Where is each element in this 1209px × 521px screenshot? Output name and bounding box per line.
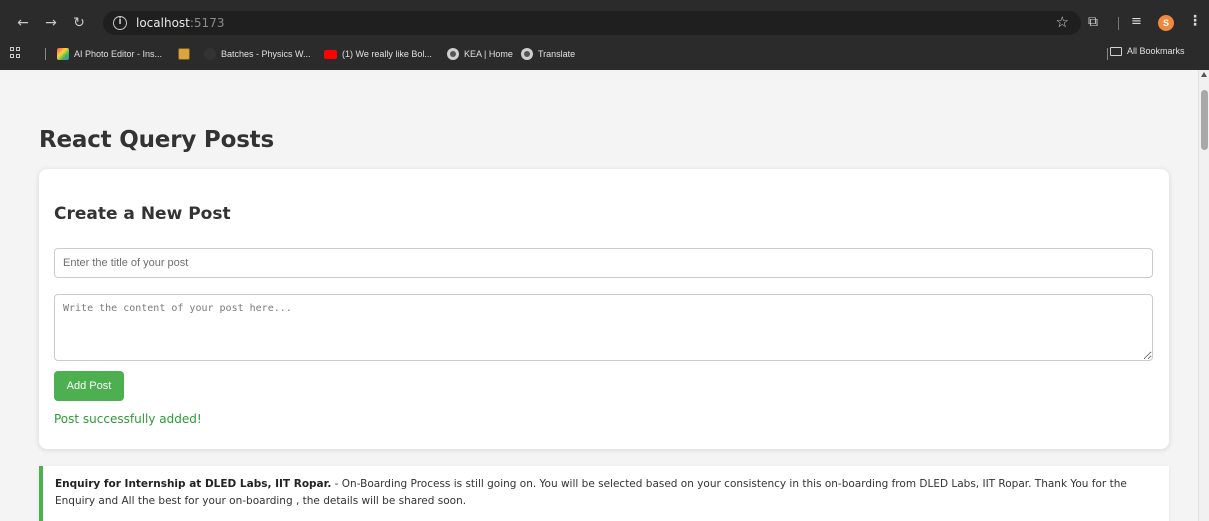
post-item: Enquiry for Internship at DLED Labs, IIT… (39, 466, 1169, 521)
bookmark-label: AI Photo Editor - Ins... (74, 49, 163, 59)
url-host: localhost (136, 16, 190, 30)
globe-favicon-icon (447, 48, 459, 60)
page-scrollbar[interactable] (1198, 70, 1209, 521)
url-port: :5173 (189, 16, 225, 30)
toolbar-divider (1118, 17, 1119, 30)
apps-grid-icon[interactable] (10, 47, 21, 58)
post-title-input[interactable] (54, 248, 1153, 278)
bookmark-kea-home[interactable]: KEA | Home (447, 46, 513, 62)
photo-favicon-icon (178, 48, 190, 60)
forward-arrow-icon[interactable]: → (42, 14, 60, 32)
reload-icon[interactable]: ↻ (70, 14, 88, 32)
bookmark-photo[interactable] (178, 46, 190, 62)
add-post-button[interactable]: Add Post (54, 371, 124, 401)
page-viewport: React Query Posts Create a New Post Add … (0, 70, 1198, 521)
bookmark-label: KEA | Home (464, 49, 513, 59)
kebab-menu-icon[interactable]: ⋮ (1188, 13, 1202, 29)
post-content-textarea[interactable] (54, 294, 1153, 361)
scroll-up-arrow-icon[interactable] (1201, 72, 1207, 77)
bookmark-youtube[interactable]: (1) We really like Bol... (324, 46, 432, 62)
bookmarks-divider (1107, 48, 1108, 60)
all-bookmarks-button[interactable]: All Bookmarks (1110, 46, 1185, 56)
back-arrow-icon[interactable]: ← (14, 14, 32, 32)
dark-favicon-icon (204, 48, 216, 60)
bookmark-label: Translate (538, 49, 576, 59)
scrollbar-thumb[interactable] (1201, 90, 1208, 150)
site-info-icon[interactable]: i (113, 16, 127, 30)
bookmarks-bar: AI Photo Editor - Ins... Batches - Physi… (0, 43, 1209, 65)
bookmark-star-icon[interactable]: ☆ (1056, 13, 1069, 31)
bookmark-translate[interactable]: Translate (521, 46, 575, 62)
media-control-icon[interactable]: ≡ (1131, 14, 1142, 29)
youtube-favicon-icon (324, 49, 337, 59)
folder-icon (1110, 46, 1122, 56)
bookmark-label: (1) We really like Bol... (342, 49, 432, 59)
bookmark-batches-physics[interactable]: Batches - Physics W... (204, 46, 311, 62)
url-text[interactable]: localhost:5173 (136, 15, 224, 31)
post-separator: - (331, 478, 342, 490)
bookmark-label: Batches - Physics W... (221, 49, 311, 59)
globe-favicon-icon (521, 48, 533, 60)
browser-toolbar: ← → ↻ i localhost:5173 ☆ ⧉ ≡ S ⋮ (0, 8, 1209, 38)
all-bookmarks-label: All Bookmarks (1127, 46, 1185, 56)
bookmark-ai-photo-editor[interactable]: AI Photo Editor - Ins... (57, 46, 162, 62)
bookmarks-divider (45, 48, 46, 60)
gradient-favicon-icon (57, 48, 69, 60)
extensions-puzzle-icon[interactable]: ⧉ (1088, 14, 1104, 30)
address-bar[interactable]: i localhost:5173 ☆ (103, 11, 1081, 35)
profile-avatar[interactable]: S (1158, 15, 1174, 31)
post-title: Enquiry for Internship at DLED Labs, IIT… (55, 478, 332, 490)
form-heading: Create a New Post (54, 204, 231, 224)
create-post-card: Create a New Post Add Post Post successf… (39, 169, 1169, 449)
success-message: Post successfully added! (54, 412, 202, 426)
browser-chrome: ← → ↻ i localhost:5173 ☆ ⧉ ≡ S ⋮ AI Phot… (0, 0, 1209, 70)
page-title: React Query Posts (39, 127, 274, 153)
